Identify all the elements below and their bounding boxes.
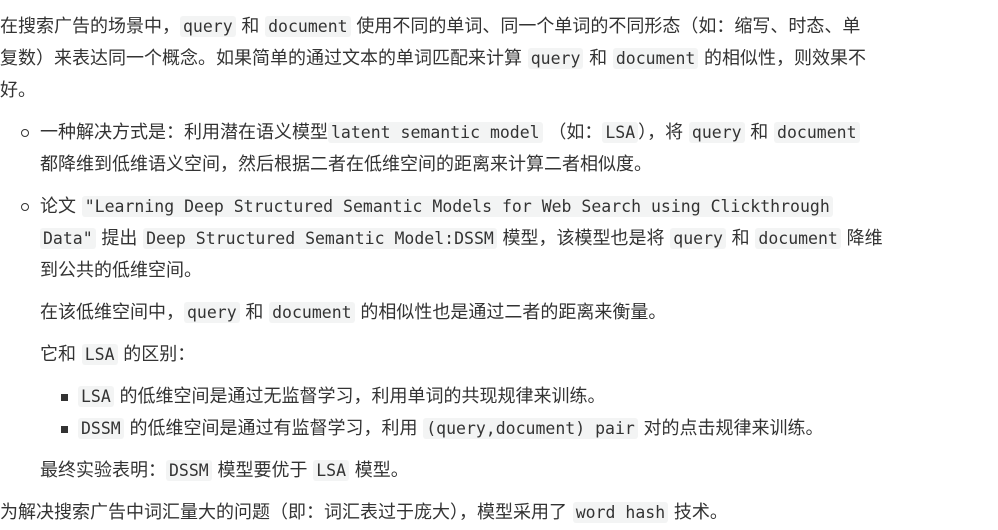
inline-code: DSSM: [166, 460, 212, 481]
intro-line-1: 在搜索广告的场景中， query 和 document 使用不同的单词、同一个单词…: [0, 11, 860, 43]
text: 到公共的低维空间。: [40, 260, 202, 281]
text: 降维: [840, 228, 883, 249]
text: 在该低维空间中，: [40, 302, 184, 323]
text: 对的点击规律来训练。: [637, 418, 824, 439]
document-body: 在搜索广告的场景中， query 和 document 使用不同的单词、同一个单词…: [0, 0, 998, 530]
inline-code: LSA: [81, 344, 118, 365]
inline-code: document: [269, 302, 355, 323]
text: 为解决搜索广告中词汇量大的问题（即：词汇表过于庞大），模型采用了: [0, 502, 573, 523]
text: 模型。: [349, 460, 409, 481]
inline-code: query: [670, 228, 726, 249]
text: ），将: [638, 122, 689, 143]
text: 模型要优于: [211, 460, 314, 481]
text: 提出: [95, 228, 144, 249]
text: 和: [239, 302, 270, 323]
bullet-1-line-2: 都降维到低维语义空间，然后根据二者在低维空间的距离来计算二者相似度。: [40, 149, 652, 181]
inline-code: "Learning Deep Structured Semantic Model…: [81, 196, 833, 217]
list-bullet-icon: [21, 203, 29, 211]
text: 一种解决方式是：利用潜在语义模型: [40, 122, 328, 143]
text: （如：: [542, 122, 603, 143]
inline-code: (query,document) pair: [423, 418, 638, 439]
inline-code: document: [755, 228, 841, 249]
text: 和: [725, 228, 756, 249]
text: 和: [744, 122, 775, 143]
intro-line-3: 好。: [0, 75, 36, 107]
inline-code: query: [527, 48, 584, 69]
text: 复数）来表达同一个概念。如果简单的通过文本的单词匹配来计算: [0, 48, 528, 69]
text: 的低维空间是通过有监督学习，利用: [123, 418, 424, 439]
inline-code: query: [180, 16, 236, 37]
bullet-2-paragraph-2: 在该低维空间中， query 和 document 的相似性也是通过二者的距离来衡…: [40, 297, 666, 329]
bullet-2-line-3: 到公共的低维空间。: [40, 255, 202, 287]
text: 模型，该模型也是将: [496, 228, 671, 249]
inline-code: document: [265, 16, 351, 37]
text: 使用不同的单词、同一个单词的不同形态（如：缩写、时态、单: [350, 16, 861, 37]
inline-code: query: [688, 122, 745, 143]
list-bullet-icon: [21, 129, 29, 137]
intro-line-2: 复数）来表达同一个概念。如果简单的通过文本的单词匹配来计算 query 和 do…: [0, 43, 866, 75]
text: 都降维到低维语义空间，然后根据二者在低维空间的距离来计算二者相似度。: [40, 154, 652, 175]
text: 论文: [40, 196, 82, 217]
inline-code: word hash: [572, 502, 669, 523]
inline-code: Deep Structured Semantic Model:DSSM: [143, 228, 497, 249]
sub-bullet-1: LSA 的低维空间是通过无监督学习，利用单词的共现规律来训练。: [78, 381, 606, 413]
text: 和: [235, 16, 266, 37]
text: 和: [583, 48, 613, 69]
bullet-2-paragraph-4: 最终实验表明： DSSM 模型要优于 LSA 模型。: [40, 455, 409, 487]
inline-code: LSA: [602, 122, 639, 143]
bullet-2-line-1: 论文 "Learning Deep Structured Semantic Mo…: [40, 191, 833, 223]
inline-code: DSSM: [78, 418, 124, 439]
text: 在搜索广告的场景中，: [0, 16, 180, 37]
sub-bullet-2: DSSM 的低维空间是通过有监督学习，利用 (query,document) p…: [78, 413, 824, 445]
square-bullet-icon: [61, 426, 68, 433]
text: 的相似性也是通过二者的距离来衡量。: [354, 302, 667, 323]
inline-code: document: [774, 122, 860, 143]
bullet-2-line-2: Data" 提出 Deep Structured Semantic Model:…: [40, 223, 883, 255]
outro-paragraph: 为解决搜索广告中词汇量大的问题（即：词汇表过于庞大），模型采用了 word ha…: [0, 497, 728, 529]
text: 它和: [40, 344, 82, 365]
text: 的区别：: [117, 344, 196, 365]
text: 的低维空间是通过无监督学习，利用单词的共现规律来训练。: [113, 386, 606, 407]
inline-code: latent semantic model: [328, 122, 543, 143]
inline-code: query: [184, 302, 240, 323]
inline-code: document: [612, 48, 699, 69]
text: 好。: [0, 80, 36, 101]
bullet-1-line-1: 一种解决方式是：利用潜在语义模型 latent semantic model （如…: [40, 117, 860, 149]
text: 最终实验表明：: [40, 460, 166, 481]
inline-code: Data": [40, 228, 96, 249]
inline-code: LSA: [313, 460, 350, 481]
text: 的相似性，则效果不: [698, 48, 867, 69]
inline-code: LSA: [78, 386, 114, 407]
square-bullet-icon: [61, 394, 68, 401]
text: 技术。: [668, 502, 728, 523]
bullet-2-paragraph-3: 它和 LSA 的区别：: [40, 339, 195, 371]
